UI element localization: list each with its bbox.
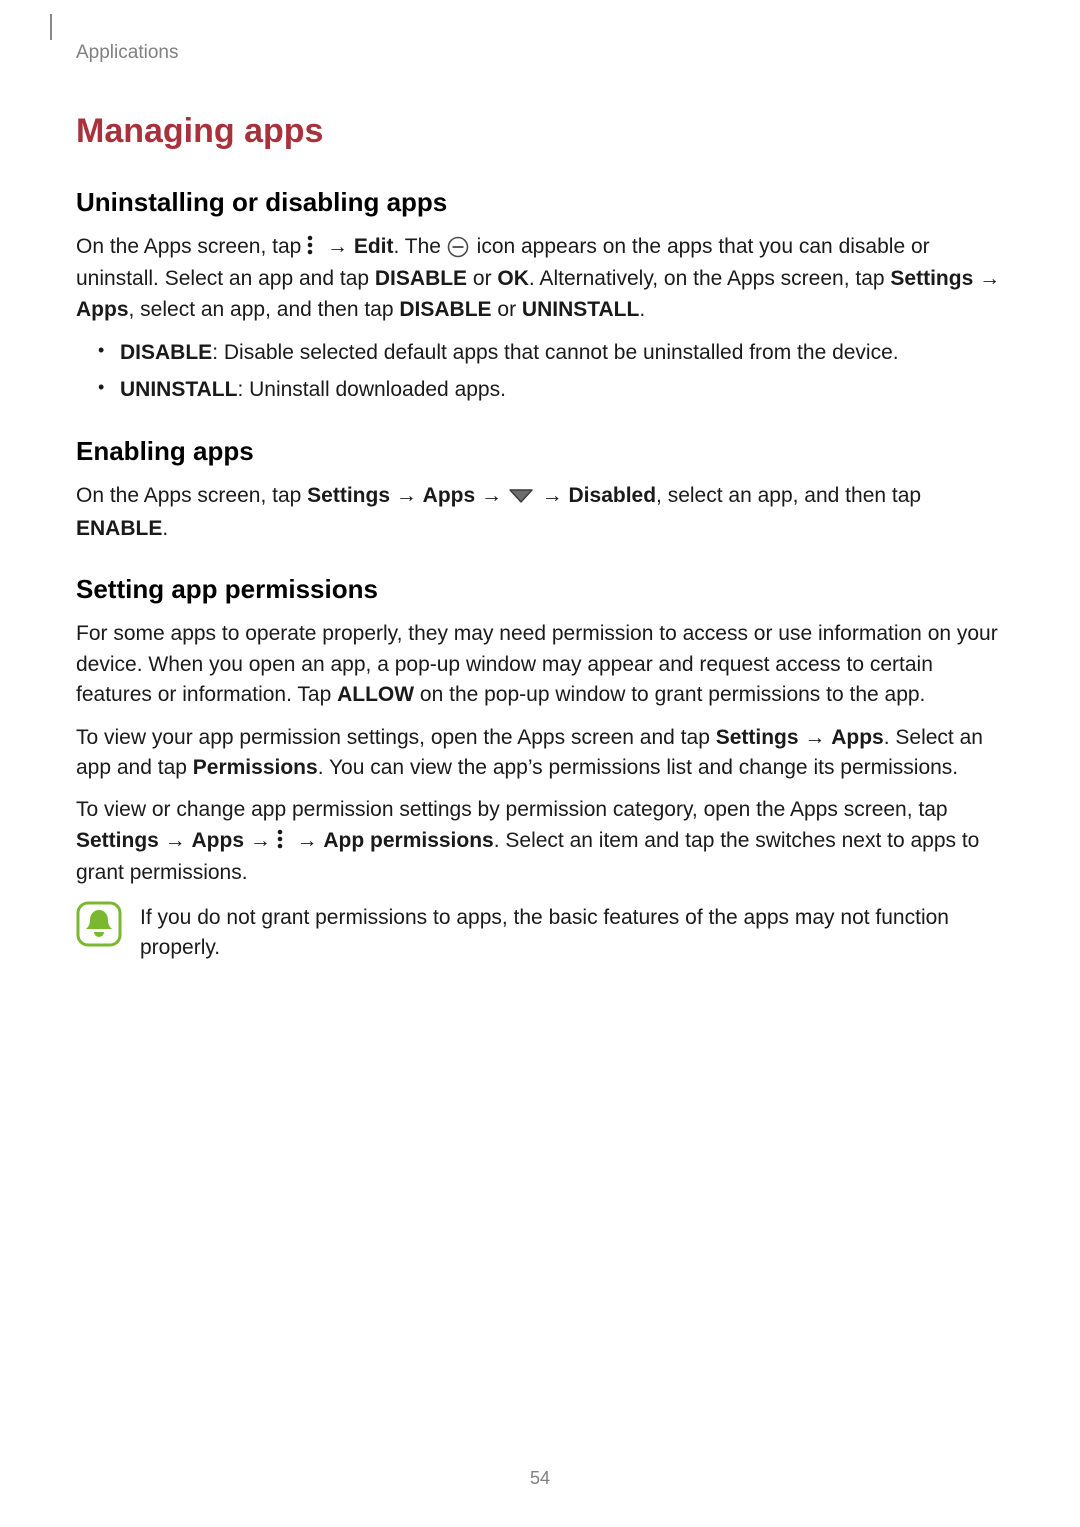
- text: →: [291, 829, 324, 852]
- text: or: [467, 267, 497, 290]
- text: →: [475, 484, 508, 507]
- text-bold: Settings: [307, 484, 390, 507]
- text-bold: Edit: [354, 235, 394, 258]
- text: . You can view the app’s permissions lis…: [318, 756, 958, 779]
- paragraph: To view or change app permission setting…: [76, 795, 1004, 888]
- text: →: [244, 829, 277, 852]
- text-bold: Permissions: [193, 756, 318, 779]
- list-item: DISABLE: Disable selected default apps t…: [116, 337, 1004, 370]
- text-bold: DISABLE: [375, 267, 467, 290]
- more-options-icon: [307, 234, 321, 264]
- paragraph: On the Apps screen, tap → Edit. The icon…: [76, 232, 1004, 325]
- list: DISABLE: Disable selected default apps t…: [76, 337, 1004, 406]
- text-bold: ENABLE: [76, 517, 162, 540]
- text-bold: Apps: [831, 726, 884, 749]
- text-bold: Disabled: [569, 484, 657, 507]
- note-text: If you do not grant permissions to apps,…: [140, 901, 1004, 964]
- text: , select an app, and then tap: [129, 298, 400, 321]
- text-bold: DISABLE: [120, 341, 212, 364]
- text: To view your app permission settings, op…: [76, 726, 716, 749]
- text: or: [492, 298, 522, 321]
- text: .: [162, 517, 168, 540]
- text: On the Apps screen, tap: [76, 235, 307, 258]
- page-number: 54: [0, 1468, 1080, 1489]
- text-bold: Settings: [890, 267, 973, 290]
- header-rule: [50, 14, 52, 40]
- text: . The: [394, 235, 447, 258]
- text-bold: Settings: [716, 726, 799, 749]
- text: , select an app, and then tap: [656, 484, 921, 507]
- text: →: [973, 267, 1000, 290]
- page-title: Managing apps: [76, 112, 1004, 151]
- text: →: [799, 726, 832, 749]
- paragraph: On the Apps screen, tap Settings → Apps …: [76, 481, 1004, 544]
- text-bold: App permissions: [323, 829, 493, 852]
- more-options-icon: [277, 828, 291, 858]
- paragraph: For some apps to operate properly, they …: [76, 619, 1004, 710]
- text: To view or change app permission setting…: [76, 798, 948, 821]
- heading-uninstall: Uninstalling or disabling apps: [76, 187, 1004, 218]
- list-item: UNINSTALL: Uninstall downloaded apps.: [116, 374, 1004, 407]
- text-bold: Apps: [76, 298, 129, 321]
- text-bold: Apps: [192, 829, 245, 852]
- text-bold: ALLOW: [337, 683, 414, 706]
- heading-enable: Enabling apps: [76, 436, 1004, 467]
- text: on the pop-up window to grant permission…: [414, 683, 925, 706]
- paragraph: To view your app permission settings, op…: [76, 723, 1004, 784]
- text: : Disable selected default apps that can…: [212, 341, 898, 364]
- disable-minus-icon: [447, 236, 471, 260]
- text-bold: Apps: [423, 484, 476, 507]
- text: →: [536, 484, 569, 507]
- text-bold: OK: [497, 267, 529, 290]
- text: : Uninstall downloaded apps.: [237, 378, 506, 401]
- text: On the Apps screen, tap: [76, 484, 307, 507]
- heading-permissions: Setting app permissions: [76, 574, 1004, 605]
- text: . Alternatively, on the Apps screen, tap: [529, 267, 891, 290]
- text: →: [321, 235, 354, 258]
- text-bold: Settings: [76, 829, 159, 852]
- dropdown-triangle-icon: [508, 483, 536, 513]
- note-bell-icon: [76, 901, 122, 952]
- note-callout: If you do not grant permissions to apps,…: [76, 901, 1004, 964]
- text: .: [639, 298, 645, 321]
- text-bold: UNINSTALL: [522, 298, 639, 321]
- text-bold: DISABLE: [399, 298, 491, 321]
- text: →: [390, 484, 423, 507]
- breadcrumb: Applications: [76, 38, 1004, 64]
- text: →: [159, 829, 192, 852]
- text-bold: UNINSTALL: [120, 378, 237, 401]
